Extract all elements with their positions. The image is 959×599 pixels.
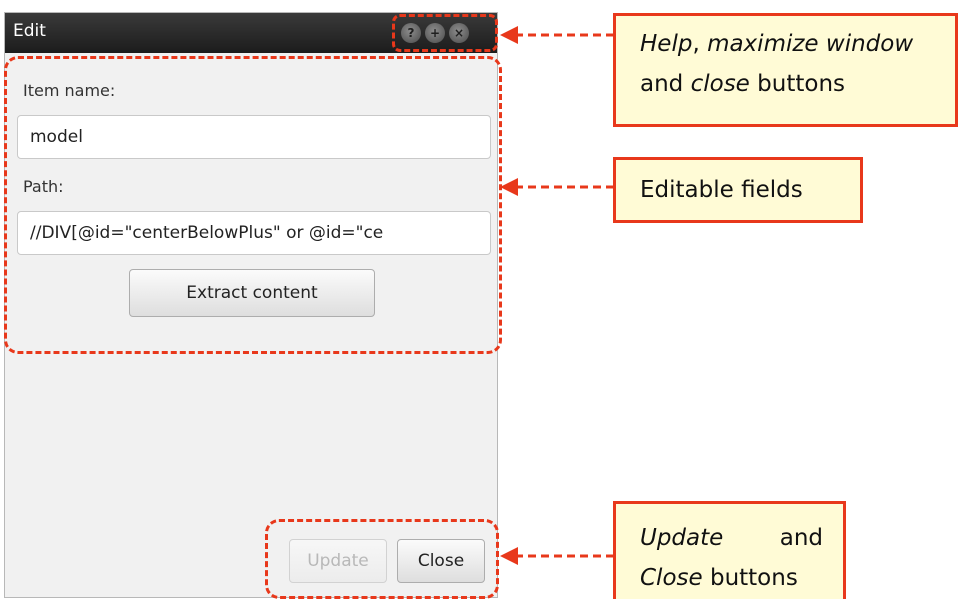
callout-editable-fields-text: Editable fields bbox=[640, 177, 803, 203]
callout-and-word: and bbox=[640, 71, 691, 97]
arrow-to-titlebar-buttons bbox=[500, 26, 614, 44]
callout-update-word: Update bbox=[640, 525, 724, 551]
callout-comma: , bbox=[692, 31, 708, 57]
editable-fields-highlight bbox=[4, 56, 502, 354]
callout-titlebar-buttons: Help, maximize window and close buttons bbox=[613, 13, 958, 127]
callout-buttons2-word: buttons bbox=[702, 565, 798, 591]
dialog-title: Edit bbox=[13, 21, 46, 41]
arrow-to-editable-fields bbox=[500, 178, 614, 196]
callout-buttons-word: buttons bbox=[749, 71, 845, 97]
callout-action-buttons: Update and Close buttons bbox=[613, 501, 846, 599]
callout-close2-word: Close bbox=[640, 565, 703, 591]
callout-close-word: close bbox=[690, 71, 750, 97]
action-buttons-highlight bbox=[265, 519, 499, 599]
arrow-to-action-buttons bbox=[500, 547, 614, 565]
titlebar-buttons-highlight bbox=[392, 14, 498, 52]
callout-and2-word: and bbox=[779, 525, 823, 551]
callout-help-word: Help bbox=[640, 31, 693, 57]
callout-editable-fields: Editable fields bbox=[613, 157, 863, 223]
callout-maximize-word: maximize window bbox=[707, 31, 914, 57]
